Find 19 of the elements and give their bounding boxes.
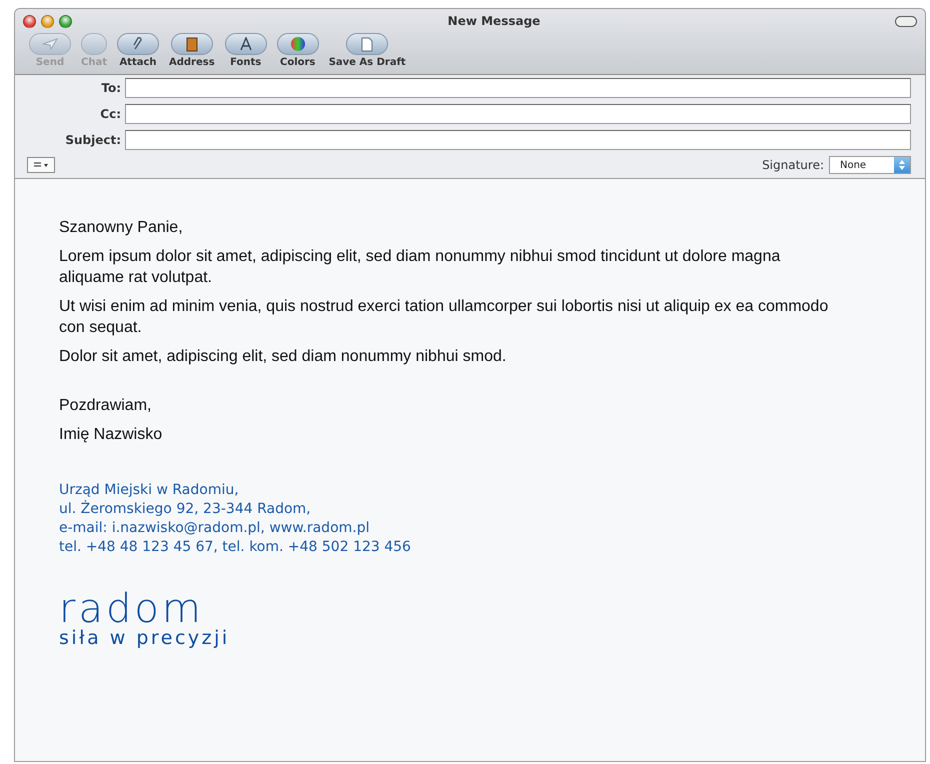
- contact-line: ul. Żeromskiego 92, 23-344 Radom,: [59, 500, 312, 519]
- contact-line: Urząd Miejski w Radomiu,: [59, 481, 240, 500]
- field-label: Subject:: [64, 133, 122, 147]
- field-label: To:: [100, 81, 122, 95]
- closing-text: Pozdrawiam,: [59, 396, 152, 416]
- sender-name: Imię Nazwisko: [59, 425, 164, 445]
- logo-tagline: siła w precyzji: [59, 627, 230, 649]
- body-paragraph: Lorem ipsum dolor sit amet, adipiscing elit, sed diam nonummy nibhui smod tincidunt ut dolore magna aliquame rat volutpat.: [59, 247, 782, 288]
- body-paragraph: Dolor sit amet, adipiscing elit, sed diam nonummy nibhui smod.: [59, 347, 508, 367]
- signature-select[interactable]: None: [829, 156, 911, 174]
- body-paragraph: Ut wisi enim ad minim venia, quis nostrud exerci tation ullamcorper sui lobortis nisi ut aliquip ex ea commodo con sequat.: [59, 297, 830, 338]
- field-label: Cc:: [99, 107, 122, 121]
- contact-line: e-mail: i.nazwisko@radom.pl, www.radom.pl: [59, 519, 370, 538]
- toolbar-button[interactable]: Save As Draft: [328, 33, 406, 68]
- logo-wordmark: radom: [59, 591, 204, 627]
- greeting-text: Szanowny Panie,: [59, 218, 184, 238]
- contact-line: tel. +48 48 123 45 67, tel. kom. +48 502 123 456: [59, 538, 412, 557]
- window-title: New Message: [446, 14, 542, 28]
- signature-label: Signature:: [762, 158, 824, 172]
